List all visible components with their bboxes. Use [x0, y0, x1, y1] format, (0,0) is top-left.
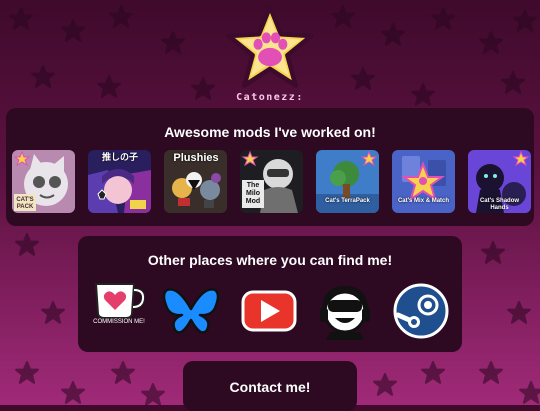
catonezz-logo[interactable] — [224, 4, 316, 90]
youtube-play-icon — [241, 290, 297, 332]
mod-label: The Milo Mod — [245, 182, 261, 205]
background-star-icon — [160, 30, 186, 56]
background-star-icon — [512, 8, 538, 34]
mod-label: Cat's TerraPack — [325, 198, 370, 204]
mod-label: CAT'S PACK — [16, 197, 34, 210]
brand-name: Catonezz: — [236, 92, 304, 103]
links-section-title: Other places where you can find me! — [147, 252, 393, 268]
headphones-face-icon — [320, 285, 370, 340]
background-star-icon — [480, 240, 506, 266]
bluesky-link[interactable] — [162, 282, 220, 340]
mod-mix-match[interactable]: Cat's Mix & Match — [392, 150, 455, 213]
mod-plushies[interactable]: Plushies — [164, 150, 227, 213]
background-star-icon — [420, 360, 446, 386]
paw-star-icon — [226, 4, 314, 88]
background-star-icon — [518, 380, 540, 406]
background-star-icon — [372, 372, 398, 398]
mods-section-title: Awesome mods I've worked on! — [164, 124, 376, 140]
background-star-icon — [60, 18, 86, 44]
mod-milo[interactable]: The Milo Mod — [240, 150, 303, 213]
mod-label: Plushies — [173, 152, 219, 164]
background-star-icon — [350, 66, 376, 92]
mod-oshi-no-ko[interactable]: 推しの子 — [88, 150, 151, 213]
background-star-icon — [8, 6, 34, 32]
background-star-icon — [14, 232, 40, 258]
background-star-icon — [478, 30, 504, 56]
mod-cats-pack[interactable]: CAT'S PACK — [12, 150, 75, 213]
background-star-icon — [430, 6, 456, 32]
background-star-icon — [30, 64, 56, 90]
background-star-icon — [14, 360, 40, 386]
kofi-link[interactable] — [90, 278, 148, 336]
kofi-cup-icon — [94, 283, 146, 319]
steam-link[interactable] — [392, 282, 450, 340]
contact-title: Contact me! — [229, 379, 311, 395]
mods-panel: Awesome mods I've worked on! CAT'S PACK … — [6, 108, 534, 226]
community-link[interactable] — [316, 282, 374, 340]
mod-label: Cat's Shadow Hands — [479, 198, 520, 211]
background-star-icon — [110, 360, 136, 386]
background-star-icon — [478, 360, 504, 386]
links-panel: Other places where you can find me! COMM… — [78, 236, 462, 352]
mod-terrapack[interactable]: Cat's TerraPack — [316, 150, 379, 213]
mod-shadow-hands[interactable]: Cat's Shadow Hands — [468, 150, 531, 213]
background-star-icon — [108, 4, 134, 30]
bluesky-butterfly-icon — [162, 288, 220, 334]
background-star-icon — [380, 22, 406, 48]
mod-label: Cat's Mix & Match — [397, 198, 450, 204]
youtube-link[interactable] — [240, 282, 298, 340]
steam-icon — [393, 283, 449, 339]
contact-panel[interactable]: Contact me! — [183, 361, 357, 411]
commission-caption: COMMISSION ME! — [93, 319, 145, 325]
background-star-icon — [140, 382, 166, 408]
background-star-icon — [40, 300, 66, 326]
background-star-icon — [330, 4, 356, 30]
mod-label: 推しの子 — [101, 152, 138, 162]
background-star-icon — [506, 300, 532, 326]
background-star-icon — [60, 380, 86, 406]
